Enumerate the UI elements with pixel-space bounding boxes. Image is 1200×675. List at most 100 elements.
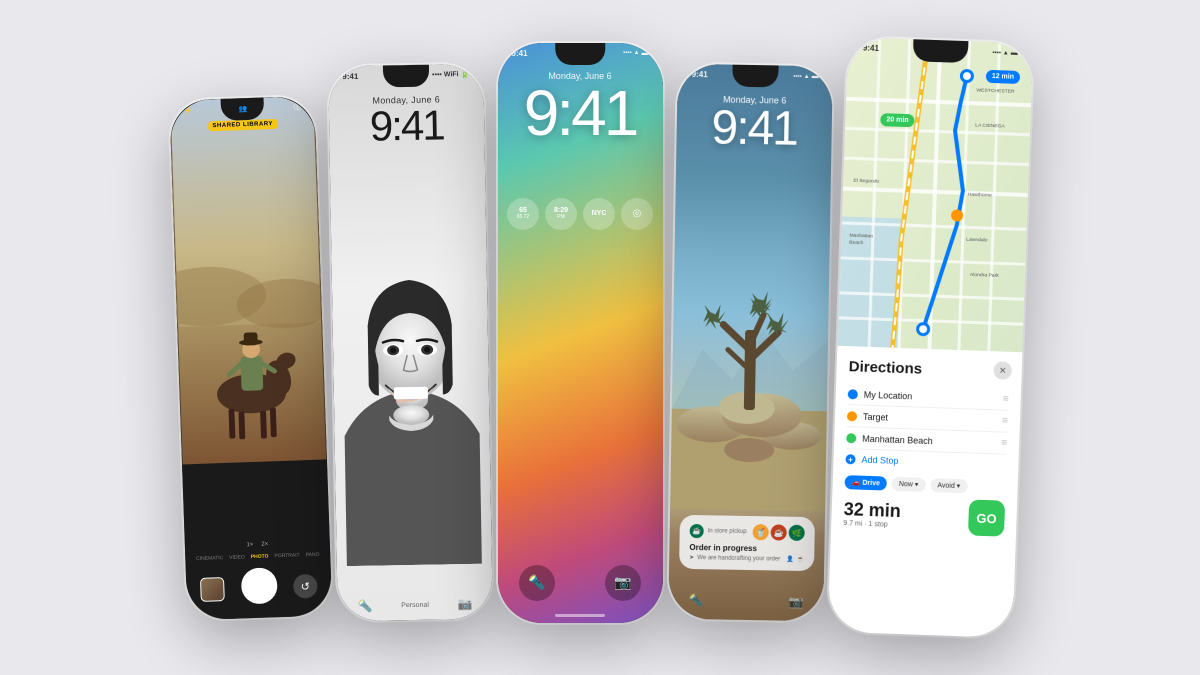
home-indicator-3 xyxy=(555,614,605,617)
stop-label-my-location: My Location xyxy=(863,390,996,405)
mode-video[interactable]: VIDEO xyxy=(229,554,245,561)
camera-icon-bw[interactable]: 📷 xyxy=(457,597,472,611)
route-summary: 32 min 9.7 mi · 1 stop GO xyxy=(843,495,1005,537)
camera-controls: 1× 2× CINEMATIC VIDEO PHOTO PORTRAIT PAN… xyxy=(182,459,332,620)
widget-time: 8:29 PM xyxy=(545,198,577,230)
status-time-2: 9:41 xyxy=(342,72,358,81)
phone-color-lockscreen: 9:41 ▪▪▪▪ ▲ ▬ Monday, June 6 9:41 xyxy=(498,43,663,623)
camera-modes: CINEMATIC VIDEO PHOTO PORTRAIT PANO xyxy=(196,551,320,561)
people-icon: 👥 xyxy=(238,104,247,112)
car-icon: 🚗 xyxy=(851,479,860,487)
svg-text:Lawndale: Lawndale xyxy=(966,237,988,244)
svg-text:Alondra Park: Alondra Park xyxy=(969,272,999,279)
shutter-row: ↺ xyxy=(185,565,331,610)
battery-icon-3: ▬ xyxy=(642,50,649,57)
phone-bw-lockscreen: 9:41 ▪▪▪▪ WiFi 🔋 Monday, June 6 9:41 xyxy=(328,64,493,622)
color-time-area: Monday, June 6 9:41 xyxy=(498,71,663,145)
route-info: 32 min 9.7 mi · 1 stop xyxy=(843,499,901,529)
zoom-2x: 2× xyxy=(261,541,268,547)
drag-handle-3[interactable]: ≡ xyxy=(1001,438,1007,449)
notification-food-icons: 🥤 ☕ 🌿 xyxy=(752,524,804,541)
map-time-badge: 12 min xyxy=(985,70,1020,84)
phones-container: ⚡ 👥 ⓘ SHARED LIBRARY xyxy=(0,0,1200,675)
color-screen-content: 9:41 ▪▪▪▪ ▲ ▬ Monday, June 6 9:41 xyxy=(498,43,663,623)
map-wifi: ▲ xyxy=(1002,50,1008,56)
status-time-3: 9:41 xyxy=(512,49,528,58)
drag-handle-1[interactable]: ≡ xyxy=(1002,394,1008,405)
add-stop-row[interactable]: + Add Stop xyxy=(845,450,1007,476)
location-arrow-icon: ➤ xyxy=(689,554,694,561)
notification-subtitle: ➤ We are handcrafting your order 👤 ☕ xyxy=(689,554,804,563)
personal-label: Personal xyxy=(401,601,429,608)
status-time-4: 9:41 xyxy=(691,70,707,79)
camera-icon-nature[interactable]: 📷 xyxy=(788,595,803,609)
nature-screen-content: 9:41 ▪▪▪▪ ▲ ▬ Monday, June 6 9:41 xyxy=(668,64,833,622)
add-stop-label[interactable]: Add Stop xyxy=(861,455,898,466)
svg-text:LA CIENEGA: LA CIENEGA xyxy=(975,122,1006,129)
portrait-photo xyxy=(331,234,492,567)
notification-store: In store pickup xyxy=(707,528,752,535)
starbucks-icon: ☕ xyxy=(689,524,703,538)
cup-icon-notification: ☕ xyxy=(796,556,804,563)
bw-time-area: Monday, June 6 9:41 xyxy=(328,94,484,149)
mode-photo[interactable]: PHOTO xyxy=(250,553,268,560)
food-icon-1: 🥤 xyxy=(752,524,768,540)
mode-portrait[interactable]: PORTRAIT xyxy=(274,552,299,559)
mode-cinematic[interactable]: CINEMATIC xyxy=(196,555,223,562)
flash-icon: ⚡ xyxy=(183,106,192,114)
drive-button[interactable]: 🚗 Drive xyxy=(844,475,887,490)
joshua-tree-scene xyxy=(670,249,829,502)
stop-dot-blue xyxy=(847,389,857,399)
mode-pano[interactable]: PANO xyxy=(305,551,319,557)
food-icon-3: 🌿 xyxy=(788,525,804,541)
phone-maps: 9:41 ▪▪▪▪ ▲ ▬ xyxy=(827,37,1033,638)
map-signal: ▪▪▪▪ xyxy=(992,49,1001,55)
shutter-button[interactable] xyxy=(240,567,277,604)
battery-4: ▬ xyxy=(811,73,818,80)
svg-text:Hawthorne: Hawthorne xyxy=(967,192,992,199)
stop-dot-green xyxy=(846,433,856,443)
flip-camera-button[interactable]: ↺ xyxy=(292,573,317,598)
signal-icon-3: ▪▪▪▪ xyxy=(623,50,632,56)
nature-time: 9:41 xyxy=(676,104,832,155)
status-bar-4: 9:41 ▪▪▪▪ ▲ ▬ xyxy=(691,70,818,81)
go-button[interactable]: GO xyxy=(967,500,1004,537)
signal-icon-2: ▪▪▪▪ xyxy=(431,71,441,78)
avoid-dropdown[interactable]: Avoid ▾ xyxy=(930,478,967,493)
directions-title: Directions xyxy=(848,359,1009,382)
zoom-1x[interactable]: 1× xyxy=(246,542,253,548)
widget-activity: ◎ xyxy=(621,198,653,230)
maps-screen-content: 9:41 ▪▪▪▪ ▲ ▬ xyxy=(827,37,1033,638)
bw-time: 9:41 xyxy=(328,104,484,149)
bw-bottom-bar: 🔦 Personal 📷 xyxy=(337,597,492,614)
thumbnail-preview[interactable] xyxy=(199,577,224,602)
widgets-row: 65 65 72 8:29 PM NYC ◎ xyxy=(498,198,663,230)
map-time: 9:41 xyxy=(862,43,878,53)
svg-text:Beach: Beach xyxy=(849,240,864,246)
signal-4: ▪▪▪▪ xyxy=(793,73,802,79)
drag-handle-2[interactable]: ≡ xyxy=(1001,416,1007,427)
shared-library-badge: SHARED LIBRARY xyxy=(207,118,278,130)
notification-header: ☕ In store pickup 🥤 ☕ 🌿 xyxy=(689,523,804,541)
widget-location: NYC xyxy=(583,198,615,230)
now-dropdown[interactable]: Now ▾ xyxy=(891,477,925,492)
food-icon-2: ☕ xyxy=(770,524,786,540)
camera-icon-color[interactable]: 📷 xyxy=(605,565,641,601)
notification-title: Order in progress xyxy=(689,543,804,554)
nature-bottom-bar: 🔦 📷 xyxy=(668,593,823,610)
color-time: 9:41 xyxy=(498,81,663,145)
color-bottom-icons: 🔦 📷 xyxy=(498,565,663,601)
status-bar-2: 9:41 ▪▪▪▪ WiFi 🔋 xyxy=(342,70,469,81)
torch-icon-nature[interactable]: 🔦 xyxy=(688,593,703,607)
starbucks-notification: ☕ In store pickup 🥤 ☕ 🌿 Order in progres… xyxy=(679,515,815,571)
route-detail: 9.7 mi · 1 stop xyxy=(843,520,900,529)
phone-nature-lockscreen: 9:41 ▪▪▪▪ ▲ ▬ Monday, June 6 9:41 xyxy=(668,64,833,622)
add-stop-icon: + xyxy=(845,455,855,465)
torch-icon-bw[interactable]: 🔦 xyxy=(357,599,372,613)
torch-icon-color[interactable]: 🔦 xyxy=(519,565,555,601)
widget-weather: 65 65 72 xyxy=(507,198,539,230)
shared-library-area: SHARED LIBRARY xyxy=(207,118,278,130)
phone-camera: ⚡ 👥 ⓘ SHARED LIBRARY xyxy=(169,95,332,620)
stop-label-target: Target xyxy=(862,412,995,427)
photo-area xyxy=(169,95,327,474)
